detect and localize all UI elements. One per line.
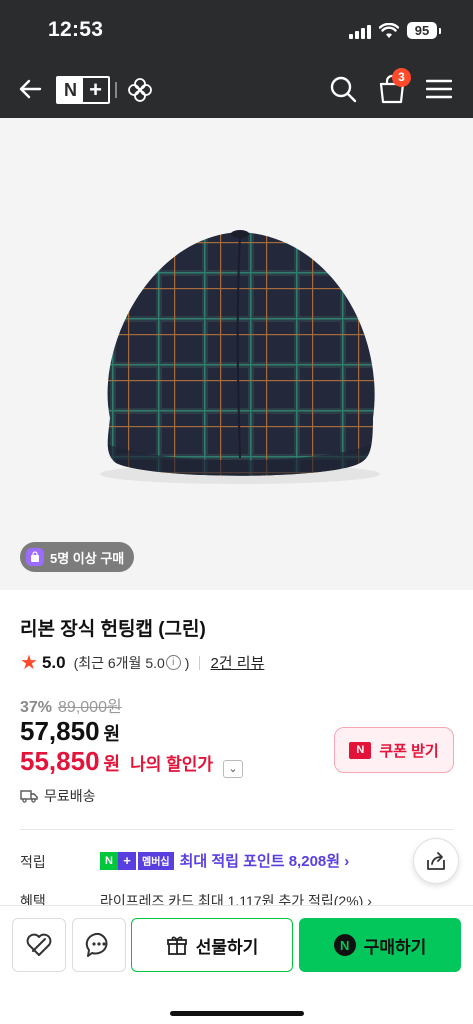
brand-flower-icon[interactable] xyxy=(126,76,154,104)
status-time: 12:53 xyxy=(48,18,104,41)
product-title: 리본 장식 헌팅캡 (그린) xyxy=(20,619,206,640)
talk-talk-button[interactable] xyxy=(72,918,126,972)
discount-rate: 37% xyxy=(20,699,53,716)
points-label: 적립 xyxy=(20,854,46,870)
original-price: 89,000원 xyxy=(58,699,122,716)
bottom-action-bar: 선물하기 N 구매하기 xyxy=(0,905,473,1024)
back-arrow-icon[interactable] xyxy=(16,74,46,104)
membership-badge-n: N xyxy=(100,851,118,870)
share-icon xyxy=(427,852,445,870)
my-price-label: 나의 할인가 xyxy=(130,755,214,774)
points-text: 최대 적립 포인트 8,208원 › xyxy=(179,853,350,870)
gift-button-label: 선물하기 xyxy=(195,937,259,957)
star-icon: ★ xyxy=(20,651,38,674)
my-discount-price: 55,850 xyxy=(20,746,100,776)
gift-button[interactable]: 선물하기 xyxy=(131,918,293,972)
coupon-button[interactable]: N 쿠폰 받기 xyxy=(334,727,454,773)
rating-score: 5.0 xyxy=(41,652,66,672)
coupon-button-label: 쿠폰 받기 xyxy=(379,742,439,760)
purchase-count-badge: 5명 이상 구매 xyxy=(20,542,135,572)
sale-price-unit: 원 xyxy=(103,724,121,744)
sale-price: 57,850 xyxy=(20,716,100,746)
membership-badge-plus: + xyxy=(118,851,136,870)
rating-row: ★ 5.0 (최근 6개월 5.0 i ) 2건 리뷰 xyxy=(20,652,264,673)
discount-row: 37% 89,000원 xyxy=(20,693,122,717)
gift-icon xyxy=(166,936,187,955)
shopping-bag-badge-icon xyxy=(26,548,44,566)
search-icon[interactable] xyxy=(328,74,358,104)
nplus-membership-badge: N + 멤버십 xyxy=(100,851,174,870)
cart-count-badge: 3 xyxy=(392,68,411,87)
chat-bubble-icon xyxy=(85,932,108,957)
nplus-logo[interactable]: N + xyxy=(56,76,110,104)
hunting-cap-illustration xyxy=(100,230,380,484)
review-count-link[interactable]: 2건 리뷰 xyxy=(210,652,264,673)
shipping-text: 무료배송 xyxy=(44,788,96,804)
shipping-row: 무료배송 xyxy=(20,786,96,806)
status-icons: 95 xyxy=(349,22,441,39)
product-image[interactable] xyxy=(0,118,473,590)
membership-badge-text: 멤버십 xyxy=(138,851,174,870)
wishlist-button[interactable] xyxy=(12,918,66,972)
info-icon[interactable]: i xyxy=(165,655,181,670)
heart-icon xyxy=(26,933,52,956)
naver-coupon-icon: N xyxy=(349,741,372,759)
my-price-row: 55,850 원 나의 할인가 ⌄ xyxy=(20,746,244,778)
status-bar: 12:53 95 xyxy=(0,0,473,62)
truck-icon xyxy=(20,790,38,803)
sale-price-row: 57,850 원 xyxy=(20,716,120,747)
rating-recent-text: (최근 6개월 5.0 xyxy=(73,654,165,671)
signal-icon xyxy=(349,23,371,39)
buy-button[interactable]: N 구매하기 xyxy=(299,918,461,972)
section-divider xyxy=(20,829,453,830)
header-divider xyxy=(115,82,117,98)
logo-plus: + xyxy=(83,77,108,102)
share-button[interactable] xyxy=(413,838,459,884)
chevron-down-icon[interactable]: ⌄ xyxy=(223,760,244,778)
rating-divider xyxy=(199,655,201,670)
points-row[interactable]: N + 멤버십 최대 적립 포인트 8,208원 › xyxy=(100,850,349,871)
my-price-unit: 원 xyxy=(103,754,121,774)
battery-indicator: 95 xyxy=(407,22,441,39)
naver-pay-icon: N xyxy=(333,934,356,956)
purchase-badge-text: 5명 이상 구매 xyxy=(50,550,125,566)
home-indicator xyxy=(170,1011,304,1016)
hamburger-menu-icon[interactable] xyxy=(426,78,452,100)
wifi-icon xyxy=(379,22,399,38)
rating-recent-close: ) xyxy=(184,654,190,671)
buy-button-label: 구매하기 xyxy=(363,937,427,957)
logo-n: N xyxy=(58,78,83,102)
